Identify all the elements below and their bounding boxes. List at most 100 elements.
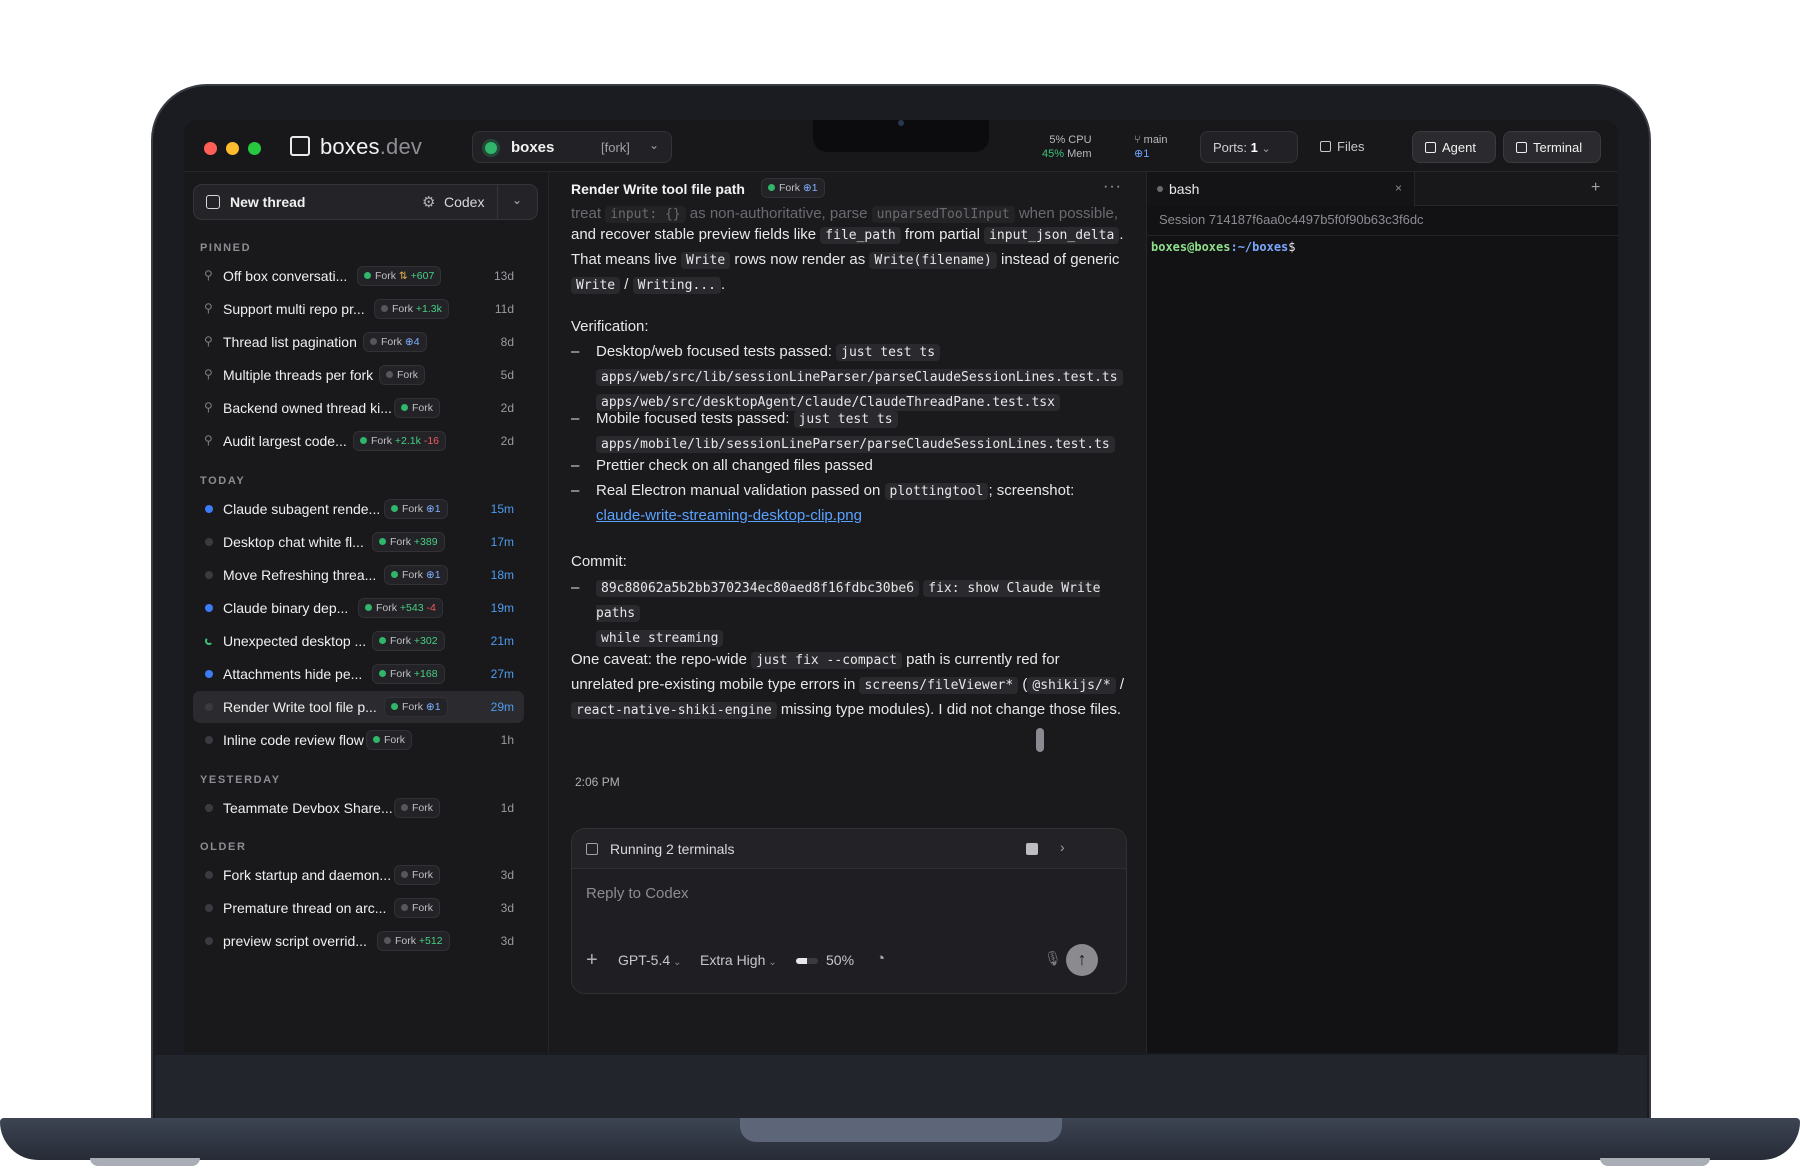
send-button[interactable]: ↑ xyxy=(1066,944,1098,976)
composer-toolbar: + GPT-5.4 ⌄ Extra High ⌄ 50% ◔ 🎙 ↑ xyxy=(572,941,1126,981)
thread-item[interactable]: ⚲ Off box conversati... Fork ⇅ +607 13d xyxy=(193,260,524,292)
close-icon[interactable]: × xyxy=(1395,181,1402,195)
tab-status-dot xyxy=(1157,186,1163,192)
thread-age: 1d xyxy=(500,801,514,815)
laptop-chin xyxy=(155,1055,1647,1118)
thread-age: 21m xyxy=(490,634,514,648)
model-selector[interactable]: GPT-5.4 ⌄ xyxy=(618,952,682,968)
minimize-window-button[interactable] xyxy=(226,142,239,155)
thread-item[interactable]: Teammate Devbox Share... Fork 1d xyxy=(193,792,524,824)
unread-dot xyxy=(205,505,213,513)
fork-badge: Fork xyxy=(394,898,440,918)
thread-age: 15m xyxy=(490,502,514,516)
thread-title: preview script overrid... xyxy=(223,933,367,949)
thread-item[interactable]: Claude binary dep... Fork +543 -4 19m xyxy=(193,592,524,624)
chat-title: Render Write tool file path xyxy=(571,181,745,197)
running-terminals-bar[interactable]: Running 2 terminals › xyxy=(572,829,1126,869)
chat-pane: Render Write tool file path Fork ⊕1 ··· … xyxy=(549,172,1146,1053)
thread-item[interactable]: ⚲ Multiple threads per fork Fork 5d xyxy=(193,359,524,391)
message-timestamp: 2:06 PM xyxy=(575,775,620,789)
thread-sidebar: New thread ⚙ Codex ⌄ PINNED ⚲ Off box co… xyxy=(184,172,549,1053)
new-thread-button[interactable]: New thread ⚙ Codex ⌄ xyxy=(193,184,538,220)
thread-item[interactable]: ⚲ Audit largest code... Fork +2.1k -16 2… xyxy=(193,425,524,457)
context-usage-percent: 50% xyxy=(826,952,855,968)
new-terminal-button[interactable]: + xyxy=(1591,179,1600,197)
files-button[interactable]: Files xyxy=(1310,131,1382,163)
app-window: boxes.dev boxes [fork] ⌄ 5% CPU 45% Mem … xyxy=(184,120,1618,1053)
branch-indicator[interactable]: ⑂ main ⊕1 xyxy=(1134,133,1168,161)
fork-badge: Fork +512 xyxy=(377,931,450,951)
thread-title: Attachments hide pe... xyxy=(223,666,363,682)
compose-icon xyxy=(206,195,220,209)
thread-item[interactable]: Claude subagent rende... Fork ⊕1 15m xyxy=(193,493,524,525)
thread-age: 2d xyxy=(500,434,514,448)
fork-badge: Fork xyxy=(379,365,425,385)
thread-item[interactable]: Attachments hide pe... Fork +168 27m xyxy=(193,658,524,690)
thread-item[interactable]: ⚲ Backend owned thread ki... Fork 2d xyxy=(193,392,524,424)
codex-icon: ⚙ xyxy=(422,194,436,211)
section-pinned: PINNED xyxy=(200,242,252,254)
thread-age: 13d xyxy=(493,269,514,283)
pr-count: ⊕1 xyxy=(1134,148,1150,160)
reply-input[interactable] xyxy=(586,885,1106,902)
thread-item-active[interactable]: Render Write tool file p... Fork ⊕1 29m xyxy=(193,691,524,723)
status-dot xyxy=(205,703,213,711)
laptop-foot-left xyxy=(90,1158,200,1166)
gauge-icon[interactable]: ◔ xyxy=(876,950,885,967)
git-branch-icon: ⑂ xyxy=(1134,134,1144,146)
ports-button[interactable]: Ports: 1 ⌄ xyxy=(1200,131,1298,163)
agent-selector-label[interactable]: Codex xyxy=(444,194,484,210)
fork-badge: Fork ⊕1 xyxy=(384,697,448,717)
microphone-icon[interactable]: 🎙 xyxy=(1044,950,1062,967)
app-logo: boxes.dev xyxy=(320,134,422,160)
thread-item[interactable]: Premature thread on arc... Fork 3d xyxy=(193,892,524,924)
context-usage-fill xyxy=(796,958,807,964)
thread-title: Claude binary dep... xyxy=(223,600,349,616)
status-dot xyxy=(205,937,213,945)
thread-item[interactable]: Move Refreshing threa... Fork ⊕1 18m xyxy=(193,559,524,591)
status-dot xyxy=(205,736,213,744)
divider xyxy=(497,185,498,219)
thread-item[interactable]: ⚲ Support multi repo pr... Fork +1.3k 11… xyxy=(193,293,524,325)
thread-title: Render Write tool file p... xyxy=(223,699,377,715)
chat-header: Render Write tool file path Fork ⊕1 ··· xyxy=(549,172,1146,206)
stop-icon[interactable] xyxy=(1026,843,1038,855)
thread-title: Unexpected desktop ... xyxy=(223,633,367,649)
logo-domain-text: .dev xyxy=(379,134,423,159)
chevron-down-icon: ⌄ xyxy=(1261,143,1271,155)
chevron-down-icon[interactable]: ⌄ xyxy=(512,193,522,207)
thread-title: Off box conversati... xyxy=(223,268,348,284)
chevron-right-icon[interactable]: › xyxy=(1060,839,1065,855)
chat-scrollbar[interactable] xyxy=(1036,728,1044,752)
section-yesterday: YESTERDAY xyxy=(200,774,281,786)
laptop-hinge-groove xyxy=(740,1118,1062,1142)
commit-hash: 89c88062a5b2bb370234ec80aed8f16fdbc30be6 xyxy=(596,580,920,597)
fork-badge: Fork +1.3k xyxy=(374,299,449,319)
thread-item[interactable]: preview script overrid... Fork +512 3d xyxy=(193,925,524,957)
terminal-tab-bash[interactable]: bash × xyxy=(1147,172,1415,206)
thread-age: 18m xyxy=(490,568,514,582)
thread-item[interactable]: Inline code review flow Fork 1h xyxy=(193,724,524,756)
agent-button[interactable]: Agent xyxy=(1412,131,1496,163)
more-options-icon[interactable]: ··· xyxy=(1103,178,1122,196)
terminal-prompt[interactable]: boxes@boxes:~/boxes$ xyxy=(1151,240,1296,254)
thread-age: 17m xyxy=(490,535,514,549)
thread-item[interactable]: ⚲ Thread list pagination Fork ⊕4 8d xyxy=(193,326,524,358)
prompt-path: :~/boxes xyxy=(1230,240,1289,254)
thread-item[interactable]: Fork startup and daemon... Fork 3d xyxy=(193,859,524,891)
thread-title: Multiple threads per fork xyxy=(223,367,374,383)
fork-badge[interactable]: Fork ⊕1 xyxy=(761,178,825,198)
branch-name: main xyxy=(1143,134,1168,146)
thread-title: Thread list pagination xyxy=(223,334,357,350)
close-window-button[interactable] xyxy=(204,142,217,155)
screenshot-link[interactable]: claude-write-streaming-desktop-clip.png xyxy=(596,507,862,524)
thread-item[interactable]: Unexpected desktop ... Fork +302 21m xyxy=(193,625,524,657)
zoom-window-button[interactable] xyxy=(248,142,261,155)
terminal-button[interactable]: Terminal xyxy=(1503,131,1601,163)
files-label: Files xyxy=(1337,139,1365,154)
thread-item[interactable]: Desktop chat white fl... Fork +389 17m xyxy=(193,526,524,558)
add-attachment-icon[interactable]: + xyxy=(586,949,598,972)
thread-title: Claude subagent rende... xyxy=(223,501,381,517)
reasoning-effort-selector[interactable]: Extra High ⌄ xyxy=(700,952,777,968)
repo-selector[interactable]: boxes [fork] ⌄ xyxy=(472,131,672,163)
